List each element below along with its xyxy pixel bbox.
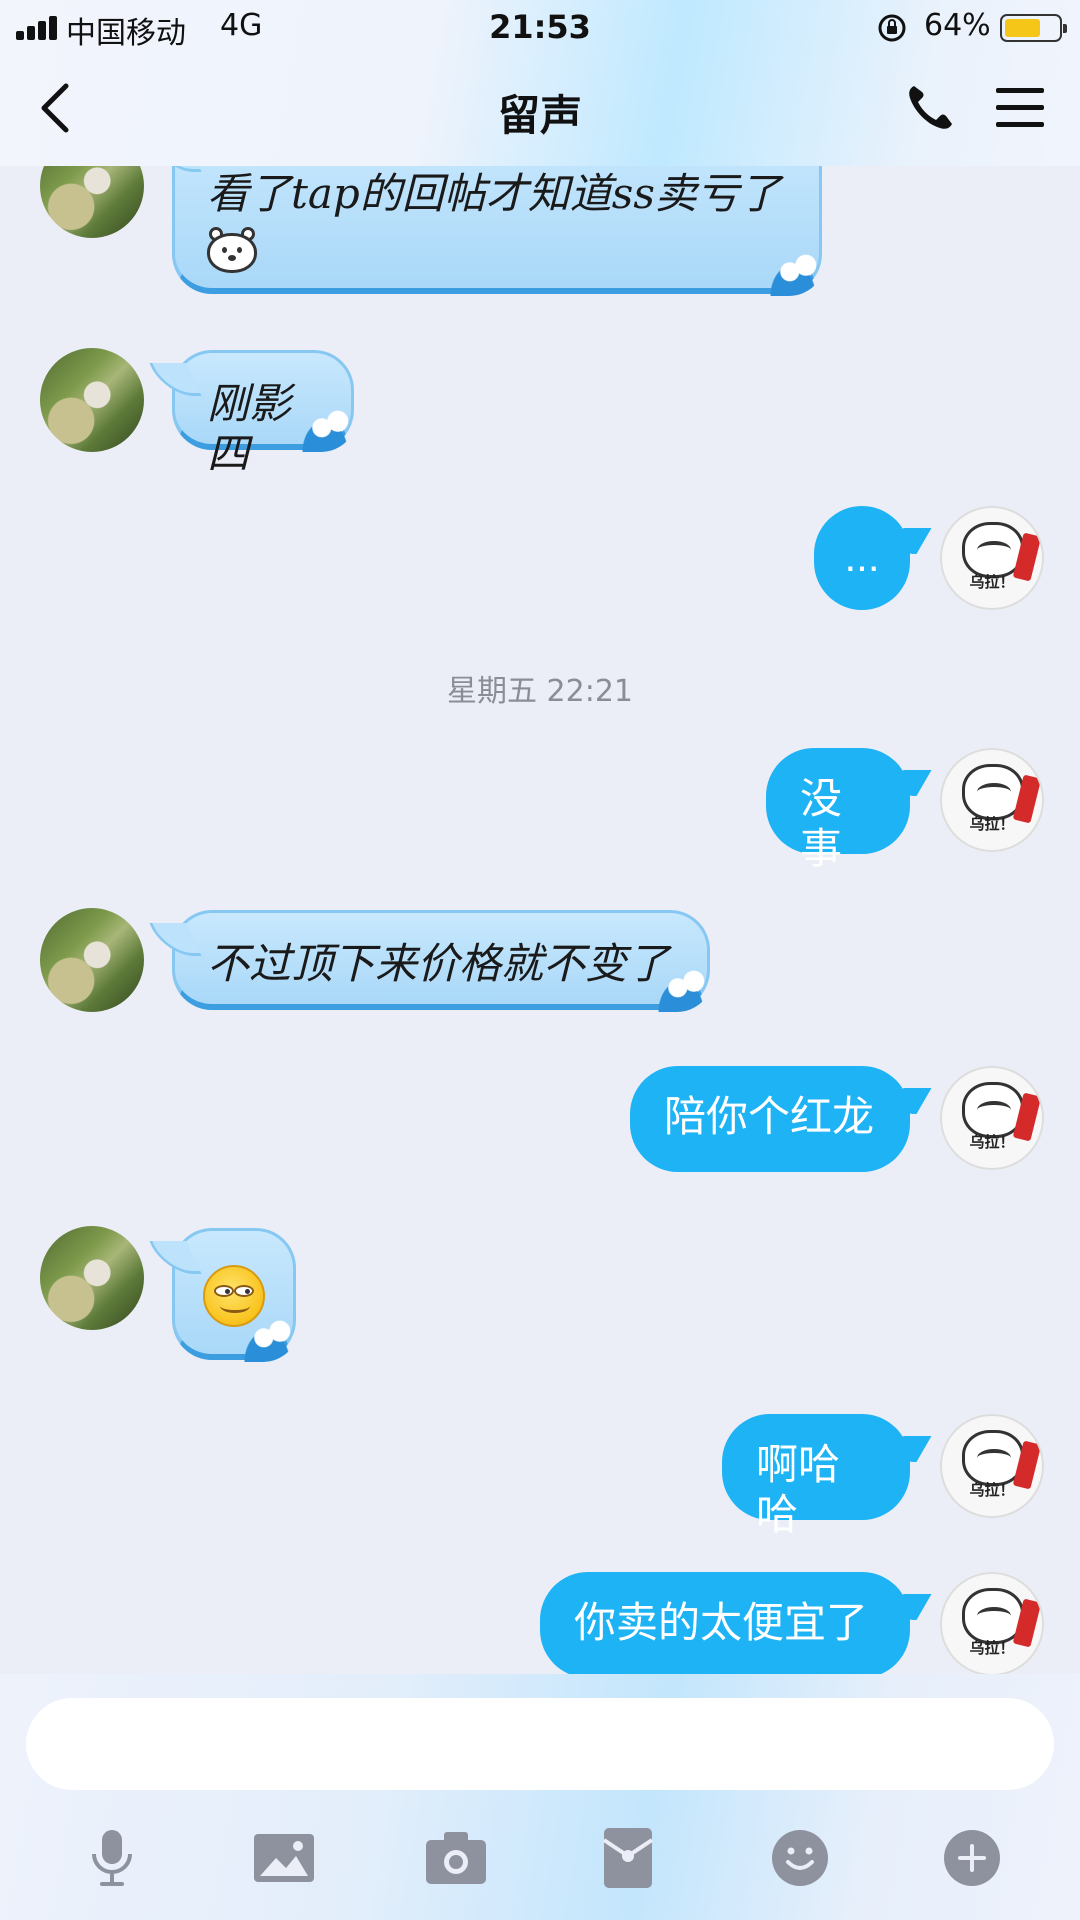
message-bubble-sent[interactable]: ... — [814, 506, 910, 610]
battery-percent: 64% — [924, 8, 991, 43]
battery-icon — [1000, 14, 1067, 42]
microphone-icon[interactable] — [78, 1824, 146, 1892]
avatar-caption: 乌拉！ — [969, 1133, 1015, 1151]
message-text: 不过顶下来价格就不变了 — [207, 939, 670, 988]
my-avatar[interactable]: 乌拉！ — [940, 506, 1044, 610]
message-text: 你卖的太便宜了 — [574, 1599, 869, 1646]
avatar-caption: 乌拉！ — [969, 573, 1015, 591]
message-bubble-sent[interactable]: 陪你个红龙 — [630, 1066, 910, 1172]
message-text: 刚影四 — [207, 379, 292, 479]
message-bubble-received[interactable] — [172, 1228, 299, 1362]
message-input[interactable] — [26, 1698, 1054, 1790]
my-avatar[interactable]: 乌拉！ — [940, 1414, 1044, 1518]
header-bar: 中国移动 4G 21:53 64% 留声 — [0, 0, 1080, 166]
message-bubble-received[interactable]: 看了tap的回帖才知道ss卖亏了 — [172, 166, 825, 296]
message-bubble-sent[interactable]: 你卖的太便宜了 — [540, 1572, 910, 1674]
message-text: 看了tap的回帖才知道ss卖亏了 — [207, 169, 781, 218]
wave-decoration-icon — [761, 252, 825, 296]
battery-fill — [1005, 19, 1040, 37]
status-bar: 中国移动 4G 21:53 64% — [0, 0, 1080, 54]
chat-message-list[interactable]: 看了tap的回帖才知道ss卖亏了 刚影四 ... 乌拉！ 星期五 22:21 没… — [0, 166, 1080, 1674]
wave-decoration-icon — [649, 968, 713, 1012]
contact-avatar[interactable] — [40, 908, 144, 1012]
composer-panel — [0, 1674, 1080, 1920]
message-text: ... — [844, 533, 880, 580]
my-avatar[interactable]: 乌拉！ — [940, 748, 1044, 852]
avatar-caption: 乌拉！ — [969, 1639, 1015, 1657]
message-bubble-sent[interactable]: 没事 — [766, 748, 910, 872]
message-text: 陪你个红龙 — [664, 1093, 875, 1140]
my-avatar[interactable]: 乌拉！ — [940, 1572, 1044, 1674]
plus-icon[interactable] — [938, 1824, 1006, 1892]
status-time: 21:53 — [489, 8, 591, 46]
emoji-icon[interactable] — [766, 1824, 834, 1892]
message-bubble-received[interactable]: 刚影四 — [172, 350, 357, 478]
message-bubble-received[interactable]: 不过顶下来价格就不变了 — [172, 910, 713, 1012]
camera-icon[interactable] — [422, 1824, 490, 1892]
menu-button[interactable] — [992, 84, 1048, 132]
contact-avatar[interactable] — [40, 1226, 144, 1330]
message-text: 没事 — [800, 775, 843, 873]
message-timestamp: 星期五 22:21 — [447, 674, 633, 709]
contact-avatar[interactable] — [40, 348, 144, 452]
image-icon[interactable] — [250, 1824, 318, 1892]
wave-decoration-icon — [293, 408, 357, 452]
wave-decoration-icon — [235, 1318, 299, 1362]
contact-avatar[interactable] — [40, 166, 144, 238]
red-packet-icon[interactable] — [594, 1824, 662, 1892]
phone-call-button[interactable] — [902, 80, 958, 136]
rotation-lock-icon — [878, 14, 906, 42]
my-avatar[interactable]: 乌拉！ — [940, 1066, 1044, 1170]
avatar-caption: 乌拉！ — [969, 815, 1015, 833]
message-text: 啊哈哈 — [756, 1441, 841, 1539]
avatar-caption: 乌拉！ — [969, 1481, 1015, 1499]
polar-bear-icon — [207, 227, 257, 274]
message-bubble-sent[interactable]: 啊哈哈 — [722, 1414, 910, 1538]
